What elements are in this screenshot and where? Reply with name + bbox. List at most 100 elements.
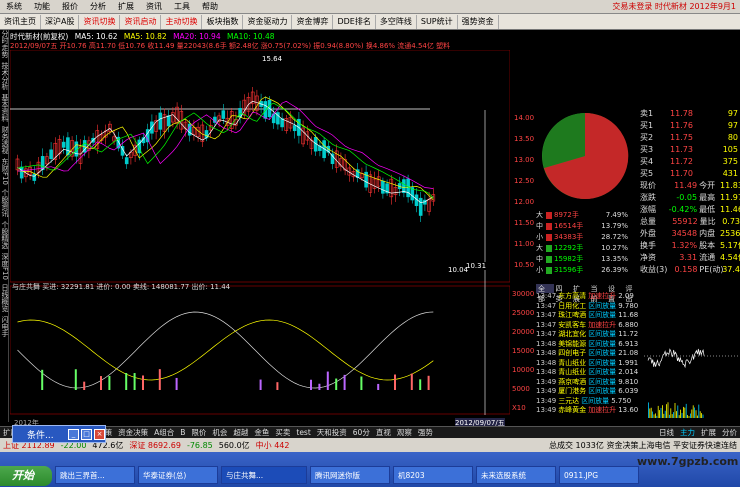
candle-body	[402, 179, 406, 194]
menu-help[interactable]: 帮助	[196, 1, 224, 12]
toolbar-button-4[interactable]: 主动切换	[161, 14, 203, 29]
ticker-row[interactable]: 13:48 青山纸业 区间放量 2.014	[536, 368, 641, 378]
ticker-row[interactable]: 13:47 珠江啤酒 区间放量 11.68	[536, 311, 641, 321]
taskbar-item-3[interactable]: 腾讯网迷你版	[310, 466, 390, 484]
quote-stat-row: 涨幅 -0.42%最低 11.46	[640, 204, 740, 216]
bottom-tab-9[interactable]: 超越	[230, 427, 251, 438]
toolbar-button-8[interactable]: DDE排名	[333, 14, 376, 29]
bottom-tab-14[interactable]: 60分	[350, 427, 373, 438]
intraday-volume-bar	[649, 408, 651, 418]
stat-label: 外盘	[640, 229, 656, 238]
left-tab-1[interactable]: 技术分析	[0, 62, 9, 90]
popup-min-button[interactable]: _	[68, 428, 79, 440]
bottom-tab-8[interactable]: 机会	[209, 427, 230, 438]
left-tab-7[interactable]: 深度F10	[0, 253, 9, 280]
toolbar-button-7[interactable]: 资金博弈	[292, 14, 334, 29]
toolbar-button-2[interactable]: 资讯切换	[79, 14, 121, 29]
popup-max-button[interactable]: □	[81, 428, 92, 440]
bid-ask-label: 买2	[640, 133, 654, 142]
right-tab-2[interactable]: 扩展	[698, 427, 719, 438]
bottom-tab-13[interactable]: 天和投资	[314, 427, 350, 438]
menu-system[interactable]: 系统	[0, 1, 28, 12]
start-button[interactable]: 开始	[0, 466, 52, 486]
toolbar-button-10[interactable]: SUP统计	[417, 14, 458, 29]
taskbar-item-2[interactable]: 与庄共舞...	[221, 466, 307, 484]
ticker-row[interactable]: 13:47 东方高清 加速拉升 2.09	[536, 292, 641, 302]
stat-value: 34548	[671, 229, 698, 238]
intraday-volume-bar	[695, 410, 697, 418]
ticker-action: 区间放量	[588, 311, 617, 319]
menu-analysis[interactable]: 分析	[84, 1, 112, 12]
ticker-row[interactable]: 13:48 美锦能源 区间放量 6.913	[536, 340, 641, 350]
left-tab-3[interactable]: 财务透视	[0, 126, 9, 154]
ticker-row[interactable]: 13:47 安凯客车 加速拉升 6.880	[536, 321, 641, 331]
candle-body	[221, 110, 226, 119]
toolbar-button-11[interactable]: 强势资金	[458, 14, 499, 29]
ticker-row[interactable]: 13:49 厦门港务 区间放量 6.039	[536, 387, 641, 397]
toolbar-button-9[interactable]: 多空阵线	[376, 14, 417, 29]
menu-tools[interactable]: 工具	[168, 1, 196, 12]
menu-news[interactable]: 资讯	[140, 1, 168, 12]
ticker-action: 区间放量	[588, 387, 617, 395]
bottom-tab-6[interactable]: B	[177, 428, 188, 437]
ticker-row[interactable]: 13:48 四创电子 区间放量 21.08	[536, 349, 641, 359]
kline-chart[interactable]	[10, 50, 510, 425]
left-tab-0[interactable]: 分时走势	[0, 30, 9, 58]
intraday-volume-bar	[683, 406, 684, 418]
condition-popup[interactable]: 条件... _ □ ×	[12, 425, 106, 443]
intraday-volume-bar	[699, 411, 701, 418]
bottom-tab-12[interactable]: test	[293, 428, 313, 437]
ticker-stock: 湖北宜化	[558, 330, 587, 338]
bottom-tab-15[interactable]: 直视	[373, 427, 394, 438]
volume-bar	[259, 379, 262, 390]
ticker-time: 13:48	[536, 358, 557, 367]
toolbar-button-0[interactable]: 资讯主页	[0, 14, 41, 29]
ticker-action: 区间放量	[588, 368, 617, 376]
left-tab-9[interactable]: 闪电手	[0, 316, 9, 337]
right-tab-1[interactable]: 主力	[677, 427, 698, 438]
intraday-volume-bar	[680, 409, 681, 418]
ticker-row[interactable]: 13:48 青山纸业 区间放量 1.991	[536, 359, 641, 369]
left-tab-2[interactable]: 基本资料	[0, 94, 9, 122]
menu-function[interactable]: 功能	[28, 1, 56, 12]
bottom-tab-10[interactable]: 金鱼	[251, 427, 272, 438]
ticker-value: 5.750	[611, 396, 632, 405]
ticker-row[interactable]: 13:49 燕京啤酒 区间放量 9.810	[536, 378, 641, 388]
left-tab-5[interactable]: 个股资讯	[0, 189, 9, 217]
stock-name: 时代新材(前复权)	[10, 32, 69, 41]
bottom-tab-11[interactable]: 买卖	[272, 427, 293, 438]
toolbar-button-1[interactable]: 深沪A股	[41, 14, 80, 29]
order-flow-size: 小	[536, 266, 543, 274]
bottom-tabs: 扩展基本DDE决策SUP决策资金决策A组合B限价机会超越金鱼买卖test天和投资…	[0, 426, 740, 438]
taskbar-item-6[interactable]: 0911.JPG	[559, 466, 639, 484]
ticker-row[interactable]: 13:49 三元达 区间放量 5.750	[536, 397, 641, 407]
taskbar-item-5[interactable]: 未来选股系统	[476, 466, 556, 484]
left-tab-8[interactable]: 日线概览	[0, 284, 9, 312]
ticker-value: 9.810	[618, 377, 639, 386]
menu-extend[interactable]: 扩展	[112, 1, 140, 12]
toolbar-button-5[interactable]: 板块指数	[202, 14, 244, 29]
left-tab-6[interactable]: 个股精选	[0, 221, 9, 249]
ticker-row[interactable]: 13:47 日用化工 区间放量 9.780	[536, 302, 641, 312]
ticker-row[interactable]: 13:49 赤峰黄金 加速拉升 13.60	[536, 406, 641, 416]
bottom-tab-4[interactable]: 资金决策	[115, 427, 151, 438]
left-tab-4[interactable]: 东财F10	[0, 158, 9, 185]
bottom-tab-5[interactable]: A组合	[151, 427, 177, 438]
toolbar-button-3[interactable]: 资讯启动	[120, 14, 162, 29]
quote-stat-row: 现价 11.49今开 11.83	[640, 180, 740, 192]
bottom-tab-17[interactable]: 强势	[415, 427, 436, 438]
taskbar-item-4[interactable]: 机8203	[393, 466, 473, 484]
candle-body	[19, 166, 24, 179]
right-tab-0[interactable]: 日线	[656, 427, 677, 438]
price-max-label: 15.64	[262, 55, 283, 63]
popup-close-button[interactable]: ×	[94, 428, 105, 440]
toolbar-button-6[interactable]: 资金驱动力	[243, 14, 293, 29]
taskbar-item-1[interactable]: 华泰证券(总)	[138, 466, 218, 484]
right-tab-3[interactable]: 分价	[719, 427, 740, 438]
menu-quote[interactable]: 报价	[56, 1, 84, 12]
volume-axis-label: 10000	[512, 366, 535, 374]
bottom-tab-16[interactable]: 观察	[394, 427, 415, 438]
ticker-row[interactable]: 13:47 湖北宜化 区间放量 11.72	[536, 330, 641, 340]
taskbar-item-0[interactable]: 跳出三界首...	[55, 466, 135, 484]
bottom-tab-7[interactable]: 限价	[188, 427, 209, 438]
